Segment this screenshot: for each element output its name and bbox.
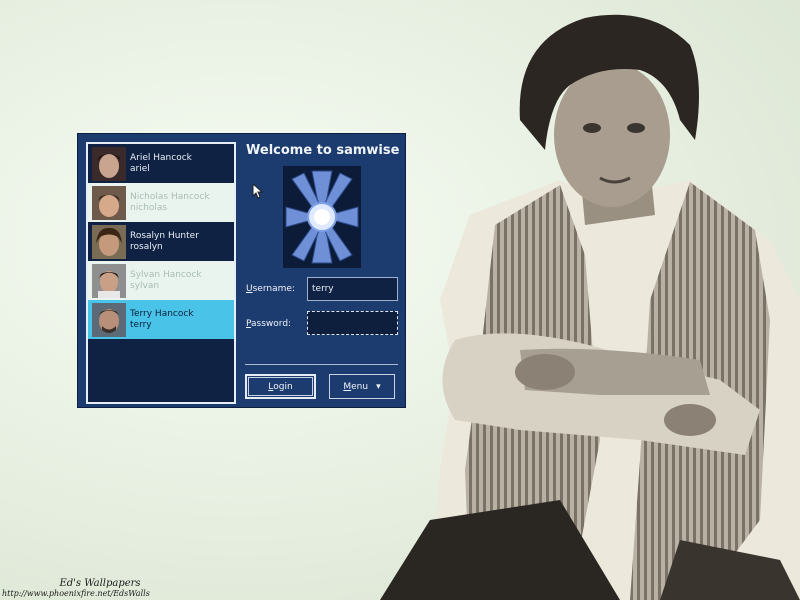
mouse-pointer-icon bbox=[252, 183, 264, 199]
login-button[interactable]: Login bbox=[245, 374, 316, 399]
login-dialog: Ariel Hancock ariel Nicholas Hancock nic… bbox=[77, 133, 406, 408]
welcome-title: Welcome to samwise bbox=[246, 143, 400, 158]
user-avatar-ariel bbox=[92, 146, 126, 181]
user-fullname: Ariel Hancock bbox=[130, 152, 192, 163]
user-avatar-nicholas bbox=[92, 185, 126, 220]
user-login: ariel bbox=[130, 163, 150, 174]
user-avatar-terry bbox=[92, 302, 126, 337]
username-label: Username: bbox=[246, 284, 295, 294]
user-fullname: Rosalyn Hunter bbox=[130, 230, 199, 241]
wallpaper-watermark: Ed's Wallpapers http://www.phoenixfire.n… bbox=[0, 578, 200, 599]
password-label: Password: bbox=[246, 319, 292, 329]
user-list[interactable]: Ariel Hancock ariel Nicholas Hancock nic… bbox=[86, 142, 236, 404]
menu-button[interactable]: Menu ▾ bbox=[329, 374, 395, 399]
user-row-sylvan[interactable]: Sylvan Hancock sylvan bbox=[88, 261, 234, 300]
user-login: nicholas bbox=[130, 202, 168, 213]
user-row-terry[interactable]: Terry Hancock terry bbox=[88, 300, 234, 339]
username-input[interactable] bbox=[307, 277, 398, 301]
user-row-ariel[interactable]: Ariel Hancock ariel bbox=[88, 144, 234, 183]
user-avatar-rosalyn bbox=[92, 224, 126, 259]
login-screen: Ariel Hancock ariel Nicholas Hancock nic… bbox=[0, 0, 800, 600]
sun-logo-icon bbox=[283, 166, 361, 268]
user-fullname: Sylvan Hancock bbox=[130, 269, 202, 280]
user-row-nicholas[interactable]: Nicholas Hancock nicholas bbox=[88, 183, 234, 222]
user-login: sylvan bbox=[130, 280, 160, 291]
dropdown-arrow-icon: ▾ bbox=[376, 381, 381, 392]
password-input[interactable] bbox=[307, 311, 398, 335]
user-fullname: Nicholas Hancock bbox=[130, 191, 210, 202]
user-fullname: Terry Hancock bbox=[130, 308, 194, 319]
user-avatar-sylvan bbox=[92, 263, 126, 298]
user-row-rosalyn[interactable]: Rosalyn Hunter rosalyn bbox=[88, 222, 234, 261]
user-login: terry bbox=[130, 319, 152, 330]
separator bbox=[245, 364, 398, 365]
watermark-title: Ed's Wallpapers bbox=[59, 578, 141, 589]
user-login: rosalyn bbox=[130, 241, 163, 252]
watermark-url: http://www.phoenixfire.net/EdsWalls bbox=[2, 589, 150, 598]
